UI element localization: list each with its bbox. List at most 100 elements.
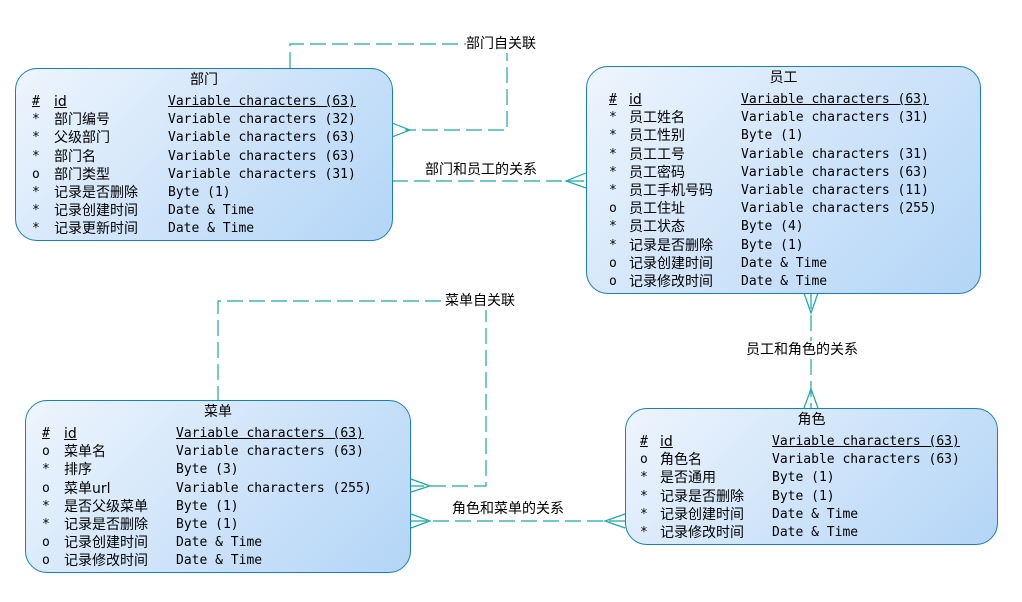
column-name: 记录创建时间 bbox=[629, 255, 713, 272]
column-name: 员工性别 bbox=[629, 128, 685, 145]
column-name: 员工密码 bbox=[629, 164, 685, 181]
column-mandatory-mark: o bbox=[640, 452, 648, 468]
column-mandatory-mark: o bbox=[32, 166, 40, 182]
column-mandatory-mark: o bbox=[609, 274, 617, 289]
relationship-label-dept-self: 部门自关联 bbox=[466, 35, 536, 53]
entity-role[interactable]: 角色 # id Variable characters (63) o 角色名 Variab… bbox=[625, 408, 998, 545]
entity-menu[interactable]: 菜单 # id Variable characters (63) o 菜单名 Variab… bbox=[25, 400, 411, 573]
column-type: Variable characters (63) bbox=[741, 164, 929, 180]
column-mandatory-mark: * bbox=[640, 470, 648, 486]
column-name: 员工住址 bbox=[629, 201, 685, 218]
column-name: 记录是否删除 bbox=[629, 237, 713, 254]
relationship-label-role-menu: 角色和菜单的关系 bbox=[452, 500, 564, 518]
column-name: 排序 bbox=[64, 462, 92, 479]
er-diagram-canvas: 部门自关联 部门和员工的关系 菜单自关联 员工和角色的关系 角色和菜单的关系 部… bbox=[0, 0, 1022, 602]
column-type: Variable characters (31) bbox=[741, 110, 929, 126]
column-mandatory-mark: * bbox=[42, 517, 50, 532]
column-name: 记录修改时间 bbox=[660, 525, 744, 541]
column-mandatory-mark: * bbox=[609, 237, 617, 253]
column-mandatory-mark: * bbox=[609, 110, 617, 126]
column-name: 记录修改时间 bbox=[629, 274, 713, 290]
column-type: Variable characters (11) bbox=[741, 183, 929, 198]
entity-title: 菜单 bbox=[204, 404, 232, 420]
column-mandatory-mark: # bbox=[640, 434, 648, 449]
column-mandatory-mark: * bbox=[640, 488, 648, 504]
column-type: Variable characters (255) bbox=[176, 480, 372, 496]
column-name: id bbox=[660, 434, 673, 450]
column-mandatory-mark: # bbox=[32, 94, 40, 109]
column-name: 员工状态 bbox=[629, 219, 685, 236]
column-type: Date & Time bbox=[772, 525, 859, 540]
column-name: 员工手机号码 bbox=[629, 183, 713, 199]
column-name: 部门名 bbox=[54, 148, 96, 165]
column-mandatory-mark: * bbox=[32, 203, 40, 219]
column-mandatory-mark: * bbox=[609, 219, 617, 235]
column-type: Byte (1) bbox=[176, 498, 239, 514]
column-type: Byte (3) bbox=[176, 462, 239, 478]
column-type: Variable characters (63) bbox=[168, 130, 356, 146]
column-type: Variable characters (63) bbox=[772, 434, 960, 449]
relationship-label-dept-employee: 部门和员工的关系 bbox=[425, 161, 537, 179]
column-mandatory-mark: * bbox=[640, 525, 648, 540]
column-mandatory-mark: o bbox=[609, 201, 617, 217]
column-name: 部门编号 bbox=[54, 112, 110, 129]
column-mandatory-mark: # bbox=[609, 92, 617, 107]
column-type: Date & Time bbox=[168, 203, 255, 219]
column-mandatory-mark: * bbox=[609, 183, 617, 198]
column-mandatory-mark: o bbox=[42, 480, 50, 496]
entity-title: 角色 bbox=[797, 412, 826, 428]
column-name: id bbox=[629, 92, 642, 108]
entity-employee[interactable]: 员工 # id Variable characters (63) * 员工姓名 Varia… bbox=[586, 66, 981, 294]
relationship-label-menu-self: 菜单自关联 bbox=[445, 292, 515, 310]
column-mandatory-mark: o bbox=[609, 255, 617, 271]
column-name: 是否父级菜单 bbox=[64, 498, 148, 515]
column-type: Byte (1) bbox=[168, 185, 231, 200]
relationship-label-employee-role: 员工和角色的关系 bbox=[746, 341, 858, 359]
column-type: Variable characters (32) bbox=[168, 112, 356, 128]
column-mandatory-mark: * bbox=[609, 128, 617, 144]
column-type: Byte (1) bbox=[176, 517, 239, 532]
column-type: Variable characters (255) bbox=[741, 201, 937, 217]
column-name: 记录是否删除 bbox=[64, 517, 148, 533]
entity-title: 员工 bbox=[769, 70, 798, 86]
column-type: Variable characters (63) bbox=[741, 92, 929, 107]
column-mandatory-mark: o bbox=[42, 553, 50, 569]
column-mandatory-mark: o bbox=[42, 535, 50, 551]
column-name: 记录创建时间 bbox=[54, 203, 138, 220]
column-name: id bbox=[54, 94, 67, 110]
column-mandatory-mark: * bbox=[609, 164, 617, 180]
column-type: Variable characters (63) bbox=[176, 444, 364, 460]
column-mandatory-mark: * bbox=[42, 498, 50, 514]
column-type: Date & Time bbox=[772, 506, 859, 522]
column-type: Variable characters (63) bbox=[168, 94, 356, 109]
column-type: Variable characters (31) bbox=[741, 146, 929, 162]
column-mandatory-mark: * bbox=[32, 221, 40, 237]
column-type: Variable characters (63) bbox=[772, 452, 960, 468]
column-name: 员工姓名 bbox=[629, 110, 685, 127]
column-type: Variable characters (63) bbox=[176, 426, 364, 441]
column-type: Byte (1) bbox=[772, 488, 835, 504]
column-mandatory-mark: # bbox=[42, 426, 50, 441]
column-name: 菜单名 bbox=[64, 444, 106, 461]
column-mandatory-mark: * bbox=[32, 130, 40, 146]
column-mandatory-mark: * bbox=[32, 112, 40, 128]
column-type: Byte (4) bbox=[741, 219, 804, 235]
column-type: Date & Time bbox=[168, 221, 255, 237]
column-mandatory-mark: o bbox=[42, 444, 50, 460]
entity-department[interactable]: 部门 # id Variable characters (63) * 部门编号 Varia… bbox=[15, 68, 393, 241]
column-type: Byte (1) bbox=[741, 128, 804, 144]
column-name: 记录是否删除 bbox=[54, 185, 138, 201]
column-name: 员工工号 bbox=[629, 146, 685, 163]
column-name: id bbox=[64, 426, 77, 442]
column-mandatory-mark: * bbox=[32, 185, 40, 200]
column-name: 父级部门 bbox=[54, 130, 110, 147]
column-name: 记录创建时间 bbox=[660, 506, 744, 523]
column-type: Variable characters (63) bbox=[168, 148, 356, 164]
column-name: 菜单url bbox=[64, 480, 111, 497]
column-type: Date & Time bbox=[176, 535, 263, 551]
column-type: Date & Time bbox=[741, 274, 828, 289]
entity-title: 部门 bbox=[190, 72, 218, 88]
column-name: 角色名 bbox=[660, 452, 702, 469]
column-name: 记录修改时间 bbox=[64, 553, 148, 570]
column-type: Date & Time bbox=[741, 255, 828, 271]
